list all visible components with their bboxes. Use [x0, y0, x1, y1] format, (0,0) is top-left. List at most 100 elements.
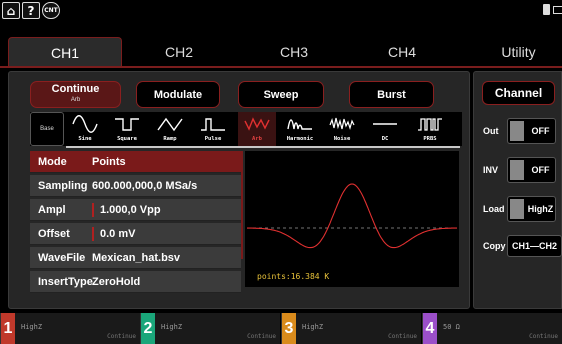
tab-ch4[interactable]: CH4	[352, 37, 452, 67]
tab-utility[interactable]: Utility	[475, 37, 562, 67]
out-label: Out	[483, 126, 499, 136]
dc-wave-icon	[373, 123, 397, 125]
inv-toggle[interactable]: OFF	[507, 157, 556, 183]
waveform-trace	[247, 183, 457, 249]
waveform-preview	[245, 151, 459, 287]
cursor-marker	[92, 202, 94, 217]
wave-prbs[interactable]: PRBS	[411, 112, 449, 146]
base-button[interactable]: Base	[30, 112, 64, 146]
inv-value: OFF	[531, 165, 550, 175]
param-value: 600.000,000,0 MSa/s	[92, 179, 198, 192]
wave-label: Ramp	[163, 136, 177, 142]
lock-icon	[543, 4, 550, 15]
channel-status-1[interactable]: 1 HighZ Continue	[0, 313, 140, 344]
out-toggle[interactable]: OFF	[507, 118, 556, 144]
wave-square[interactable]: Square	[108, 112, 146, 146]
channel-number: 2	[141, 313, 155, 344]
param-inserttype[interactable]: InsertType ZeroHold	[30, 271, 241, 293]
channel-status-3[interactable]: 3 HighZ Continue	[281, 313, 421, 344]
pulse-wave-icon	[201, 118, 225, 131]
load-value: HighZ	[527, 204, 554, 214]
harmonic-wave-icon	[287, 119, 312, 130]
inv-label: INV	[483, 165, 499, 175]
channel-title: Channel	[482, 81, 555, 105]
usb-icon	[553, 6, 562, 14]
param-ampl[interactable]: Ampl 1.000,0 Vpp	[30, 199, 241, 221]
cursor-marker	[92, 226, 94, 241]
continue-button[interactable]: Continue Arb	[30, 81, 121, 108]
param-mode[interactable]: Mode Points	[30, 151, 241, 173]
channel-number: 4	[423, 313, 437, 344]
continue-label: Continue	[51, 82, 100, 95]
top-bar: ⌂ ? CNT	[0, 0, 562, 37]
sine-wave-icon	[72, 115, 98, 133]
channel-tabs: CH1 CH2 CH3 CH4 Utility	[0, 37, 562, 67]
wave-label: Arb	[252, 136, 262, 142]
wave-harmonic[interactable]: Harmonic	[281, 112, 319, 146]
help-icon[interactable]: ?	[22, 2, 40, 19]
wave-label: Noise	[333, 136, 351, 142]
home-icon[interactable]: ⌂	[2, 2, 20, 19]
param-name: Offset	[38, 227, 70, 240]
param-value: ZeroHold	[92, 275, 141, 288]
param-value: Mexican_hat.bsv	[92, 251, 181, 264]
modulate-button[interactable]: Modulate	[136, 81, 220, 108]
sweep-button[interactable]: Sweep	[238, 81, 324, 108]
channel-mode: Continue	[388, 333, 417, 340]
param-sampling[interactable]: Sampling 600.000,000,0 MSa/s	[30, 175, 241, 197]
param-value: 1.000,0 Vpp	[100, 203, 161, 216]
out-value: OFF	[531, 126, 550, 136]
wave-arb[interactable]: Arb	[238, 112, 276, 146]
channel-number: 3	[282, 313, 296, 344]
channel-panel	[473, 71, 562, 309]
wave-noise[interactable]: Noise	[323, 112, 361, 146]
param-scrollbar[interactable]	[241, 151, 243, 259]
mexican-hat-curve	[247, 183, 457, 249]
square-wave-icon	[115, 118, 139, 131]
load-label: Load	[483, 204, 505, 214]
counter-icon[interactable]: CNT	[42, 2, 60, 19]
channel-number: 1	[1, 313, 15, 344]
param-name: WaveFile	[38, 251, 86, 264]
channel-impedance: HighZ	[302, 323, 324, 331]
channel-impedance: 50 Ω	[443, 323, 460, 331]
wave-pulse[interactable]: Pulse	[194, 112, 232, 146]
channel-status-4[interactable]: 4 50 Ω Continue	[422, 313, 562, 344]
continue-sub-label: Arb	[70, 96, 81, 103]
param-wavefile[interactable]: WaveFile Mexican_hat.bsv	[30, 247, 241, 269]
param-name: Mode	[38, 155, 67, 168]
wave-label: Square	[117, 136, 137, 142]
ramp-wave-icon	[157, 117, 183, 132]
wave-label: Pulse	[204, 136, 222, 142]
channel-mode: Continue	[247, 333, 276, 340]
param-value: Points	[92, 155, 126, 168]
wave-label: Sine	[78, 136, 92, 142]
points-readout: points:16.384 K	[257, 272, 330, 281]
copy-selector[interactable]: CH1—CH2	[507, 235, 562, 257]
noise-wave-icon	[329, 117, 355, 131]
param-name: Ampl	[38, 203, 66, 216]
tab-ch3[interactable]: CH3	[236, 37, 352, 67]
channel-mode: Continue	[529, 333, 558, 340]
copy-label: Copy	[483, 241, 506, 251]
channel-mode: Continue	[107, 333, 136, 340]
channel-impedance: HighZ	[161, 323, 183, 331]
param-value: 0.0 mV	[100, 227, 136, 240]
wave-sine[interactable]: Sine	[66, 112, 104, 146]
wave-dc[interactable]: DC	[366, 112, 404, 146]
tab-divider	[0, 66, 562, 68]
arb-wave-icon	[244, 117, 270, 131]
tab-ch2[interactable]: CH2	[122, 37, 236, 67]
param-offset[interactable]: Offset 0.0 mV	[30, 223, 241, 245]
load-toggle[interactable]: HighZ	[507, 196, 556, 222]
channel-impedance: HighZ	[21, 323, 43, 331]
wave-ramp[interactable]: Ramp	[151, 112, 189, 146]
tab-ch1[interactable]: CH1	[8, 37, 122, 67]
param-name: InsertType	[38, 275, 93, 288]
wave-label: DC	[381, 136, 389, 142]
wave-label: Harmonic	[286, 136, 314, 142]
burst-button[interactable]: Burst	[349, 81, 434, 108]
wave-label: PRBS	[423, 136, 437, 142]
waveform-underline	[66, 146, 460, 148]
channel-status-2[interactable]: 2 HighZ Continue	[140, 313, 280, 344]
